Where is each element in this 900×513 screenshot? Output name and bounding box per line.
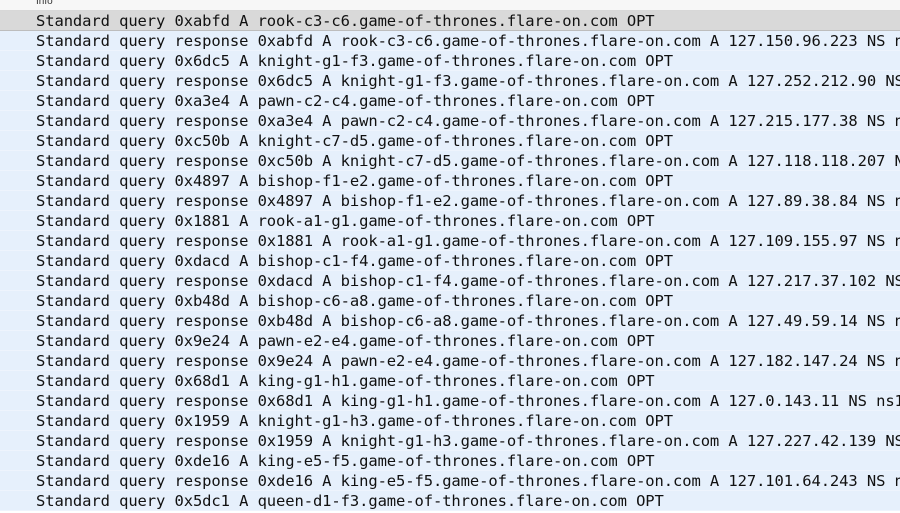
packet-row[interactable]: Standard query 0xa3e4 A pawn-c2-c4.game-… [0, 91, 900, 111]
packet-info-text: Standard query 0xa3e4 A pawn-c2-c4.game-… [36, 92, 655, 110]
packet-row[interactable]: Standard query response 0x4897 A bishop-… [0, 191, 900, 211]
packet-info-text: Standard query response 0xde16 A king-e5… [36, 472, 900, 490]
packet-row[interactable]: Standard query 0x68d1 A king-g1-h1.game-… [0, 371, 900, 391]
packet-info-text: Standard query 0x9e24 A pawn-e2-e4.game-… [36, 332, 655, 350]
packet-row[interactable]: Standard query 0xde16 A king-e5-f5.game-… [0, 451, 900, 471]
packet-row[interactable]: Standard query 0x1959 A knight-g1-h3.gam… [0, 411, 900, 431]
packet-info-text: Standard query response 0xdacd A bishop-… [36, 272, 900, 290]
packet-row[interactable]: Standard query response 0xb48d A bishop-… [0, 311, 900, 331]
packet-info-text: Standard query 0x4897 A bishop-f1-e2.gam… [36, 172, 673, 190]
packet-row[interactable]: Standard query 0x1881 A rook-a1-g1.game-… [0, 211, 900, 231]
packet-row[interactable]: Standard query 0x9e24 A pawn-e2-e4.game-… [0, 331, 900, 351]
packet-row[interactable]: Standard query 0x4897 A bishop-f1-e2.gam… [0, 171, 900, 191]
packet-row[interactable]: Standard query response 0x1959 A knight-… [0, 431, 900, 451]
packet-row[interactable]: Standard query response 0xdacd A bishop-… [0, 271, 900, 291]
packet-info-text: Standard query response 0x68d1 A king-g1… [36, 392, 900, 410]
packet-info-text: Standard query response 0xa3e4 A pawn-c2… [36, 112, 900, 130]
packet-row[interactable]: Standard query 0x6dc5 A knight-g1-f3.gam… [0, 51, 900, 71]
packet-row[interactable]: Standard query response 0x9e24 A pawn-e2… [0, 351, 900, 371]
packet-row[interactable]: Standard query response 0xa3e4 A pawn-c2… [0, 111, 900, 131]
packet-info-text: Standard query 0xb48d A bishop-c6-a8.gam… [36, 292, 673, 310]
packet-row[interactable]: Standard query response 0xabfd A rook-c3… [0, 31, 900, 51]
packet-list[interactable]: Standard query 0xabfd A rook-c3-c6.game-… [0, 11, 900, 513]
packet-info-text: Standard query 0x1881 A rook-a1-g1.game-… [36, 212, 655, 230]
packet-info-text: Standard query response 0xabfd A rook-c3… [36, 32, 900, 50]
packet-row[interactable]: Standard query response 0x68d1 A king-g1… [0, 391, 900, 411]
packet-row[interactable]: Standard query 0xb48d A bishop-c6-a8.gam… [0, 291, 900, 311]
packet-info-text: Standard query 0x1959 A knight-g1-h3.gam… [36, 412, 673, 430]
packet-row[interactable]: Standard query 0xc50b A knight-c7-d5.gam… [0, 131, 900, 151]
packet-row[interactable]: Standard query 0x5dc1 A queen-d1-f3.game… [0, 491, 900, 511]
packet-info-text: Standard query response 0x4897 A bishop-… [36, 192, 900, 210]
packet-row[interactable]: Standard query response 0x6dc5 A knight-… [0, 71, 900, 91]
packet-info-text: Standard query response 0xc50b A knight-… [36, 152, 900, 170]
packet-info-text: Standard query 0x68d1 A king-g1-h1.game-… [36, 372, 655, 390]
packet-info-text: Standard query 0x5dc1 A queen-d1-f3.game… [36, 492, 664, 510]
packet-row[interactable]: Standard query 0xdacd A bishop-c1-f4.gam… [0, 251, 900, 271]
packet-info-text: Standard query response 0x1881 A rook-a1… [36, 232, 900, 250]
packet-info-text: Standard query 0xde16 A king-e5-f5.game-… [36, 452, 655, 470]
packet-info-text: Standard query response 0x9e24 A pawn-e2… [36, 352, 900, 370]
packet-info-text: Standard query 0x6dc5 A knight-g1-f3.gam… [36, 52, 673, 70]
packet-info-text: Standard query 0xc50b A knight-c7-d5.gam… [36, 132, 673, 150]
info-column-header[interactable]: Info [36, 0, 53, 8]
packet-info-text: Standard query 0xdacd A bishop-c1-f4.gam… [36, 252, 673, 270]
packet-row[interactable]: Standard query response 0xde16 A king-e5… [0, 471, 900, 491]
packet-info-text: Standard query 0xabfd A rook-c3-c6.game-… [36, 12, 655, 30]
packet-row[interactable]: Standard query response 0xc50b A knight-… [0, 151, 900, 171]
packet-list-header: Info [0, 0, 900, 11]
packet-row[interactable]: Standard query response 0x1881 A rook-a1… [0, 231, 900, 251]
packet-row[interactable]: Standard query 0xabfd A rook-c3-c6.game-… [0, 11, 900, 31]
packet-info-text: Standard query response 0x6dc5 A knight-… [36, 72, 900, 90]
packet-info-text: Standard query response 0x1959 A knight-… [36, 432, 900, 450]
packet-info-text: Standard query response 0xb48d A bishop-… [36, 312, 900, 330]
